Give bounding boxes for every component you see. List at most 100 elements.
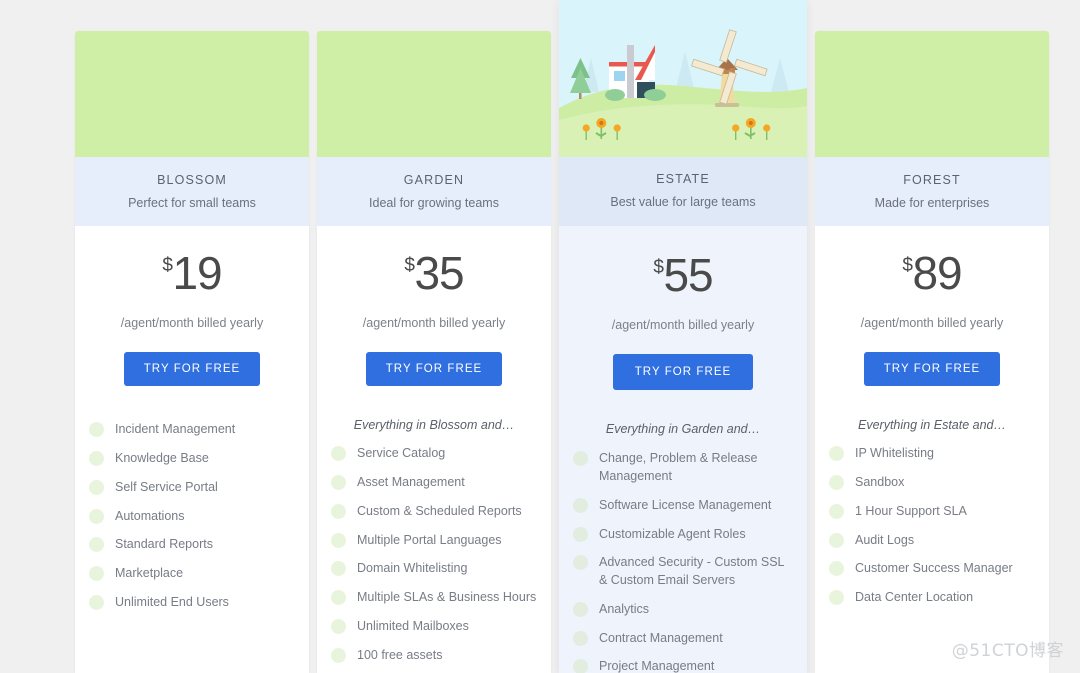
check-bullet-icon	[89, 422, 104, 438]
feature-item: Marketplace	[89, 565, 295, 583]
plan-illustration	[815, 31, 1049, 157]
check-bullet-icon	[573, 659, 588, 673]
feature-item: Automations	[89, 508, 295, 526]
plan-name: GARDEN	[403, 173, 465, 187]
plan-name: BLOSSOM	[157, 173, 227, 187]
plan-header: FOREST Made for enterprises	[815, 157, 1049, 227]
feature-item: Data Center Location	[829, 589, 1035, 607]
feature-label: Customizable Agent Roles	[599, 526, 746, 541]
check-bullet-icon	[331, 561, 346, 577]
feature-item: Unlimited End Users	[89, 594, 295, 612]
plan-body: $19/agent/month billed yearly TRY FOR FRE…	[75, 226, 309, 673]
feature-label: Project Management	[599, 659, 715, 673]
feature-label: 1 Hour Support SLA	[855, 503, 967, 518]
feature-label: Change, Problem & Release Management	[599, 451, 758, 483]
pricing-plans-container: BLOSSOM Perfect for small teams $19/agent/…	[75, 0, 1049, 673]
feature-label: IP Whitelisting	[855, 446, 934, 461]
plan-body: $89/agent/month billed yearly TRY FOR FRE…	[815, 226, 1049, 673]
plan-illustration	[559, 0, 807, 157]
feature-item: Domain Whitelisting	[331, 560, 537, 578]
feature-item: 1 Hour Support SLA	[829, 503, 1035, 521]
feature-item: Customizable Agent Roles	[573, 526, 793, 544]
try-for-free-button[interactable]: TRY FOR FREE	[863, 352, 1001, 387]
feature-label: Knowledge Base	[115, 451, 209, 465]
plan-price: $35	[331, 250, 537, 302]
billing-note: /agent/month billed yearly	[611, 318, 755, 333]
currency-symbol: $	[653, 257, 664, 279]
feature-item: Multiple SLAs & Business Hours	[331, 589, 537, 607]
feature-item: Sandbox	[829, 474, 1035, 492]
check-bullet-icon	[829, 475, 844, 490]
feature-list: Change, Problem & Release Management Soft…	[573, 450, 793, 673]
billing-note: /agent/month billed yearly	[860, 316, 1004, 331]
feature-label: Data Center Location	[855, 590, 974, 604]
feature-label: Custom & Scheduled Reports	[357, 503, 522, 518]
feature-list: Incident Management Knowledge Base Self Se…	[89, 421, 295, 622]
billing-note: /agent/month billed yearly	[120, 316, 264, 331]
feature-item: IP Whitelisting	[829, 445, 1035, 463]
feature-label: Multiple Portal Languages	[357, 532, 502, 547]
price-amount: 55	[663, 249, 713, 302]
billing-note: /agent/month billed yearly	[362, 316, 506, 331]
feature-item: Standard Reports	[89, 536, 295, 554]
feature-item: Multiple Portal Languages	[331, 532, 537, 550]
feature-item: Change, Problem & Release Management	[573, 450, 793, 486]
check-bullet-icon	[829, 590, 844, 605]
plan-illustration	[317, 31, 551, 157]
try-for-free-button[interactable]: TRY FOR FREE	[612, 354, 754, 391]
plan-header: ESTATE Best value for large teams	[559, 157, 807, 227]
feature-label: Analytics	[599, 601, 650, 616]
feature-item: Asset Management	[331, 474, 537, 492]
cta-wrapper: TRY FOR FREE	[829, 352, 1035, 387]
plan-header: BLOSSOM Perfect for small teams	[75, 157, 309, 227]
cta-wrapper: TRY FOR FREE	[89, 352, 295, 387]
check-bullet-icon	[89, 479, 104, 495]
check-bullet-icon	[829, 561, 844, 577]
check-bullet-icon	[573, 630, 588, 646]
try-for-free-button[interactable]: TRY FOR FREE	[123, 352, 261, 387]
price-amount: 89	[912, 247, 962, 300]
check-bullet-icon	[573, 601, 588, 617]
feature-label: Service Catalog	[357, 446, 446, 461]
plan-tagline: Ideal for growing teams	[369, 195, 499, 210]
plan-price: $55	[573, 252, 793, 304]
price-amount: 19	[172, 247, 222, 300]
price-amount: 35	[414, 247, 464, 300]
cta-wrapper: TRY FOR FREE	[573, 354, 793, 391]
plan-body: $55/agent/month billed yearly TRY FOR FRE…	[559, 226, 807, 673]
currency-symbol: $	[162, 255, 173, 277]
check-bullet-icon	[829, 503, 844, 519]
pricing-card-blossom: BLOSSOM Perfect for small teams $19/agent/…	[75, 31, 309, 673]
countryside-illustration	[559, 0, 807, 157]
check-bullet-icon	[89, 451, 104, 466]
plan-body: $35/agent/month billed yearly TRY FOR FRE…	[317, 226, 551, 673]
inherits-note: Everything in Estate and…	[858, 418, 1006, 433]
check-bullet-icon	[331, 532, 346, 548]
feature-item: Software License Management	[573, 497, 793, 515]
plan-illustration	[75, 31, 309, 157]
inherits-note: Everything in Blossom and…	[353, 418, 515, 433]
feature-label: Advanced Security - Custom SSL & Custom …	[599, 555, 785, 587]
check-bullet-icon	[331, 503, 346, 519]
try-for-free-button[interactable]: TRY FOR FREE	[365, 352, 503, 387]
check-bullet-icon	[331, 475, 346, 490]
feature-item: 100 free assets	[331, 647, 537, 665]
check-bullet-icon	[573, 555, 588, 571]
feature-label: Automations	[115, 508, 185, 523]
check-bullet-icon	[331, 618, 346, 634]
feature-label: Incident Management	[115, 422, 236, 437]
plan-tagline: Best value for large teams	[610, 194, 756, 209]
feature-item: Service Catalog	[331, 445, 537, 463]
feature-label: Marketplace	[115, 566, 184, 580]
plan-tagline: Perfect for small teams	[128, 195, 256, 210]
pricing-card-garden: GARDEN Ideal for growing teams $35/agent/m…	[317, 31, 551, 673]
pricing-card-forest: FOREST Made for enterprises $89/agent/mont…	[815, 31, 1049, 673]
feature-item: Self Service Portal	[89, 479, 295, 497]
check-bullet-icon	[89, 508, 104, 524]
cta-wrapper: TRY FOR FREE	[331, 352, 537, 387]
feature-item: Incident Management	[89, 421, 295, 439]
feature-item: Contract Management	[573, 630, 793, 648]
check-bullet-icon	[89, 537, 104, 553]
feature-label: Sandbox	[855, 475, 905, 489]
feature-list: IP Whitelisting Sandbox 1 Hour Support SLA…	[829, 445, 1035, 618]
